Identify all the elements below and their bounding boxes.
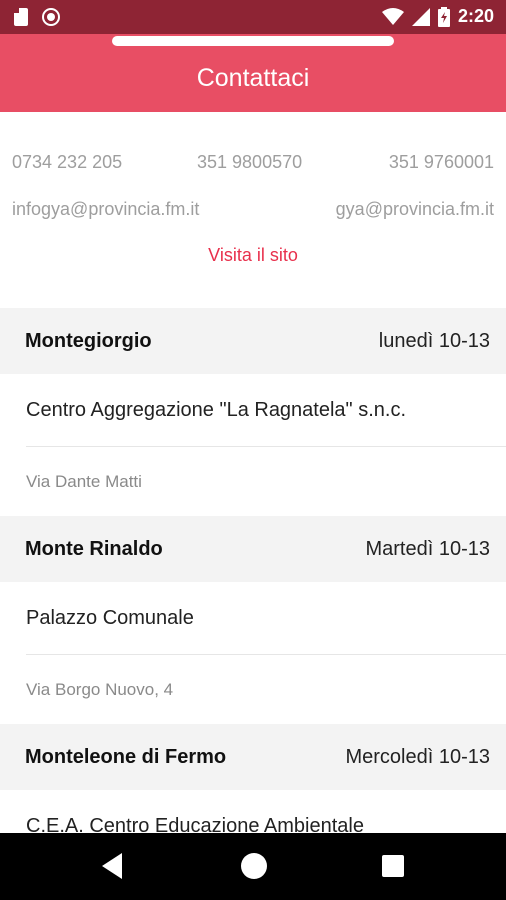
locations-list: Montegiorgio lunedì 10-13 Centro Aggrega…: [0, 308, 506, 862]
visit-site-link[interactable]: Visita il sito: [0, 245, 506, 266]
record-icon: [42, 8, 60, 26]
signal-icon: [411, 7, 430, 26]
location-town: Monteleone di Fermo: [25, 745, 227, 768]
phone-link[interactable]: 0734 232 205: [12, 152, 122, 173]
email-link[interactable]: gya@provincia.fm.it: [336, 199, 494, 220]
location-header: Monteleone di Fermo Mercoledì 10-13: [0, 724, 506, 790]
location-place[interactable]: Centro Aggregazione "La Ragnatela" s.n.c…: [0, 374, 506, 446]
email-link[interactable]: infogya@provincia.fm.it: [12, 199, 199, 220]
status-bar: 2:20: [0, 0, 506, 34]
recent-apps-icon[interactable]: [382, 855, 404, 877]
location-address[interactable]: Via Dante Matti: [0, 447, 506, 516]
location-header: Montegiorgio lunedì 10-13: [0, 308, 506, 374]
location-hours: lunedì 10-13: [378, 329, 490, 352]
phone-link[interactable]: 351 9800570: [197, 152, 302, 173]
location-town: Montegiorgio: [25, 329, 152, 352]
battery-icon: [437, 6, 450, 27]
location-header: Monte Rinaldo Martedì 10-13: [0, 516, 506, 582]
back-icon[interactable]: [102, 853, 122, 879]
contacts-section: 0734 232 205 351 9800570 351 9760001 inf…: [0, 112, 506, 308]
location-hours: Martedì 10-13: [365, 537, 490, 560]
location-place[interactable]: Palazzo Comunale: [0, 582, 506, 654]
wifi-icon: [381, 7, 404, 25]
sd-card-icon: [14, 8, 28, 26]
drawer-handle[interactable]: [112, 36, 394, 46]
home-icon[interactable]: [241, 853, 267, 879]
page-title: Contattaci: [196, 64, 310, 92]
status-time: 2:20: [457, 6, 494, 26]
app-bar: Contattaci: [0, 34, 506, 112]
location-address[interactable]: Via Borgo Nuovo, 4: [0, 655, 506, 724]
location-hours: Mercoledì 10-13: [345, 745, 490, 768]
phone-link[interactable]: 351 9760001: [389, 152, 494, 173]
location-town: Monte Rinaldo: [25, 537, 163, 560]
navigation-bar: [0, 833, 506, 900]
